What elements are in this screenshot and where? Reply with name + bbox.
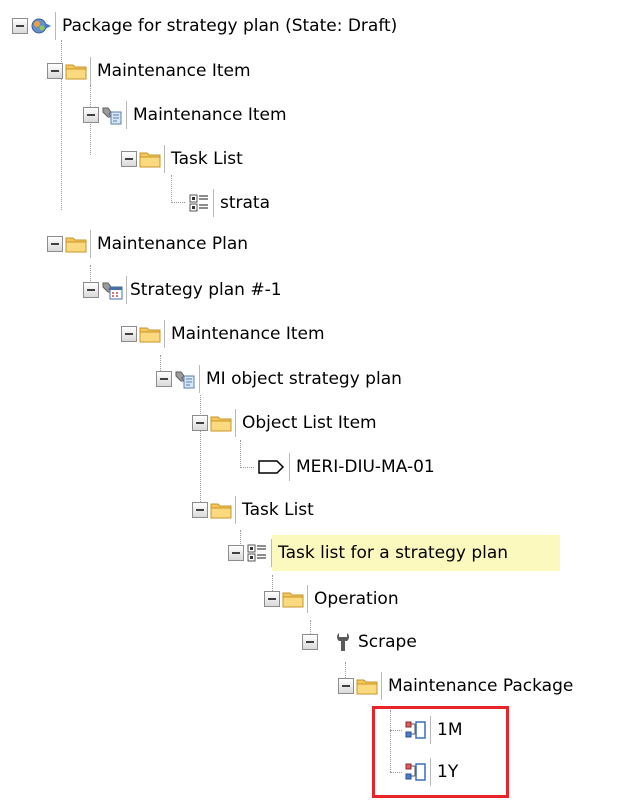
collapse-toggle[interactable]	[338, 678, 354, 694]
tree-node-strategy-plan[interactable]: Strategy plan #-1	[83, 271, 282, 309]
tree-node-label: Operation	[314, 589, 399, 609]
folder-icon	[139, 323, 161, 345]
tree-node-label: Maintenance Package	[388, 676, 574, 696]
tree-node-package[interactable]: Package for strategy plan (State: Draft)	[12, 7, 397, 45]
selected-node-label: Task list for a strategy plan	[272, 535, 561, 571]
folder-icon	[210, 499, 232, 521]
collapse-toggle[interactable]	[12, 18, 28, 34]
node-separator	[90, 230, 91, 258]
node-separator	[381, 672, 382, 700]
tree-node-maintenance-item[interactable]: Maintenance Item	[83, 96, 287, 134]
folder-icon	[139, 148, 161, 170]
folder-icon	[282, 588, 304, 610]
tree-node-task-list-strategy-plan[interactable]: Task list for a strategy plan	[228, 534, 561, 572]
tree-node-label: Scrape	[358, 632, 417, 652]
tree-node-label: Object List Item	[242, 413, 377, 433]
node-separator	[90, 57, 91, 85]
tree-connector	[171, 175, 172, 203]
tree-node-task-list-folder-2[interactable]: Task List	[192, 491, 314, 529]
tree-node-label: Strategy plan #-1	[130, 280, 282, 300]
folder-icon	[356, 675, 378, 697]
tree-node-label: strata	[220, 193, 271, 213]
task-list-icon	[188, 192, 210, 214]
node-separator	[126, 276, 127, 304]
node-separator	[55, 12, 56, 40]
tree-node-label: MERI-DIU-MA-01	[296, 457, 435, 477]
folder-icon	[65, 233, 87, 255]
tree-node-task-list-folder[interactable]: Task List	[121, 140, 243, 178]
tree-node-label: Maintenance Item	[171, 324, 325, 344]
tree-node-scrape[interactable]: Scrape	[302, 623, 417, 661]
highlight-box	[372, 706, 509, 798]
tree-connector	[240, 440, 241, 468]
folder-icon	[65, 60, 87, 82]
node-separator	[289, 453, 290, 481]
tree-node-maintenance-item-folder[interactable]: Maintenance Item	[47, 52, 251, 90]
tree-connector	[240, 467, 254, 468]
collapse-toggle[interactable]	[228, 545, 244, 561]
collapse-toggle[interactable]	[83, 282, 99, 298]
tree-node-object-list-item-folder[interactable]: Object List Item	[192, 404, 377, 442]
tree-connector	[171, 202, 185, 203]
folder-icon	[210, 412, 232, 434]
collapse-toggle[interactable]	[121, 151, 137, 167]
node-separator	[164, 145, 165, 173]
tree-node-label: Maintenance Item	[133, 105, 287, 125]
tree-node-label: Maintenance Item	[97, 61, 251, 81]
tree-node-maintenance-package-folder[interactable]: Maintenance Package	[338, 667, 573, 705]
node-separator	[235, 409, 236, 437]
tree-node-mi-object-strategy-plan[interactable]: MI object strategy plan	[156, 360, 402, 398]
collapse-toggle[interactable]	[83, 107, 99, 123]
tree-node-label: Task List	[171, 149, 243, 169]
maintenance-item-icon	[101, 104, 123, 126]
tree-node-label: Task List	[242, 500, 314, 520]
collapse-toggle[interactable]	[302, 634, 318, 650]
node-separator	[126, 101, 127, 129]
tree-node-label: Maintenance Plan	[97, 234, 249, 254]
wrench-icon	[332, 631, 354, 653]
collapse-toggle[interactable]	[264, 591, 280, 607]
task-list-icon	[246, 542, 268, 564]
tree-node-meri-diu-ma-01[interactable]: MERI-DIU-MA-01	[254, 448, 435, 486]
tag-icon	[256, 456, 286, 478]
strategy-plan-icon	[101, 279, 123, 301]
collapse-toggle[interactable]	[192, 415, 208, 431]
collapse-toggle[interactable]	[192, 502, 208, 518]
maintenance-item-icon	[174, 368, 196, 390]
tree-node-maintenance-plan-folder[interactable]: Maintenance Plan	[47, 225, 248, 263]
collapse-toggle[interactable]	[47, 63, 63, 79]
node-separator	[164, 320, 165, 348]
collapse-toggle[interactable]	[156, 371, 172, 387]
node-separator	[307, 585, 308, 613]
node-separator	[213, 189, 214, 217]
tree-node-maintenance-item-folder-2[interactable]: Maintenance Item	[121, 315, 325, 353]
collapse-toggle[interactable]	[121, 326, 137, 342]
node-separator	[199, 365, 200, 393]
node-separator	[235, 496, 236, 524]
tree-node-strata[interactable]: strata	[186, 184, 270, 222]
tree-node-label: Package for strategy plan (State: Draft)	[62, 16, 398, 36]
tree-node-operation-folder[interactable]: Operation	[264, 580, 399, 618]
tree-node-label: MI object strategy plan	[206, 369, 402, 389]
package-icon	[30, 15, 52, 37]
collapse-toggle[interactable]	[47, 236, 63, 252]
